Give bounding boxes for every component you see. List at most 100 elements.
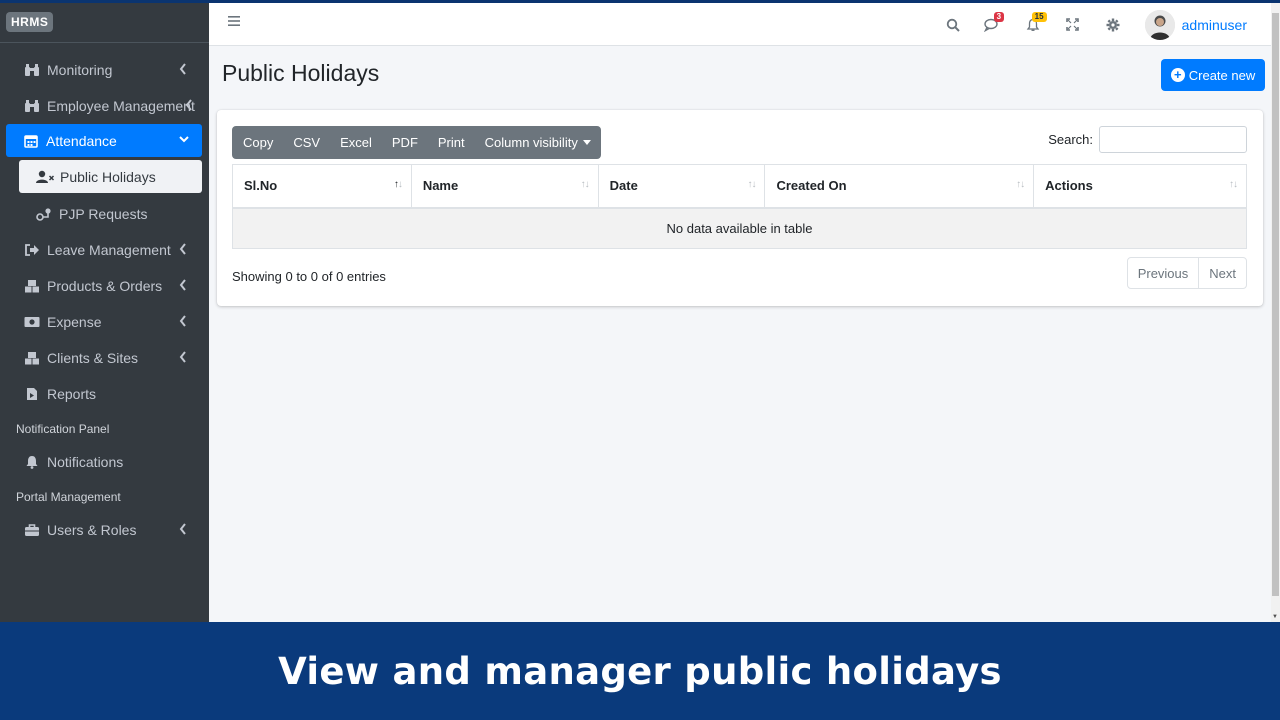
sidebar-header-notification-panel: Notification Panel	[16, 422, 110, 436]
empty-table-message: No data available in table	[232, 207, 1247, 249]
sidebar: HRMS Monitoring Employee Management Atte…	[0, 3, 209, 622]
sort-icon: ↑↓	[747, 179, 756, 190]
sidebar-item-clients-sites[interactable]: Clients & Sites	[0, 340, 209, 376]
sidebar-item-label: Notifications	[47, 454, 124, 470]
column-header-name[interactable]: Name ↑↓	[410, 164, 599, 209]
user-times-icon	[35, 170, 55, 184]
messages-icon[interactable]: 3	[973, 3, 1013, 46]
gear-icon[interactable]	[1093, 3, 1133, 46]
sidebar-item-products-orders[interactable]: Products & Orders	[0, 268, 209, 304]
binoculars-icon	[24, 99, 40, 113]
boxes-icon	[24, 351, 40, 365]
brand-logo[interactable]: HRMS	[6, 12, 54, 32]
sidebar-item-reports[interactable]: Reports	[0, 376, 209, 412]
previous-page-button[interactable]: Previous	[1128, 258, 1199, 288]
chevron-left-icon	[179, 63, 189, 75]
excel-button[interactable]: Excel	[330, 126, 382, 159]
column-visibility-label: Column visibility	[484, 135, 578, 150]
sidebar-item-label: Attendance	[46, 132, 117, 149]
export-button-group: Copy CSV Excel PDF Print Column visibili…	[232, 126, 601, 159]
column-label: Actions	[1045, 178, 1093, 194]
column-header-date[interactable]: Date ↑↓	[597, 164, 766, 209]
sidebar-item-users-roles[interactable]: Users & Roles	[0, 512, 209, 548]
table-info: Showing 0 to 0 of 0 entries	[232, 269, 386, 284]
sidebar-item-notifications[interactable]: Notifications	[0, 444, 209, 480]
column-label: Date	[609, 178, 638, 194]
sidebar-item-monitoring[interactable]: Monitoring	[0, 52, 209, 88]
scroll-down-arrow-icon[interactable]: ▼	[1272, 614, 1278, 620]
chevron-left-icon	[179, 351, 189, 363]
caption-banner: View and manager public holidays	[0, 622, 1280, 720]
sidebar-item-label: Clients & Sites	[47, 350, 139, 366]
csv-button[interactable]: CSV	[283, 126, 330, 159]
messages-badge: 3	[993, 12, 1005, 22]
sidebar-item-leave-management[interactable]: Leave Management	[0, 232, 209, 268]
hamburger-menu-icon[interactable]	[227, 14, 241, 28]
sidebar-item-public-holidays[interactable]: Public Holidays	[19, 160, 202, 193]
search-icon[interactable]	[933, 3, 973, 46]
sort-icon: ↑↓	[1016, 179, 1025, 190]
sort-icon: ↑↓	[580, 179, 590, 190]
sidebar-item-employee-management[interactable]: Employee Management	[0, 88, 209, 124]
navbar-icons: 3 15 adminuser	[933, 3, 1271, 46]
chevron-left-icon	[179, 315, 189, 327]
pagination: Previous Next	[1126, 257, 1247, 289]
sidebar-item-label: Products & Orders	[47, 278, 163, 294]
table-row: No data available in table	[232, 207, 1247, 249]
caret-down-icon	[582, 140, 591, 145]
sidebar-item-expense[interactable]: Expense	[0, 304, 209, 340]
column-label: Name	[422, 178, 459, 194]
column-label: Sl.No	[244, 178, 278, 194]
sidebar-item-label: Public Holidays	[60, 168, 156, 185]
table-header-row: Sl.No ↑↓ Name ↑↓ Date ↑↓ Created On ↑↓ A…	[232, 164, 1247, 209]
column-label: Created On	[776, 178, 847, 194]
table-search: Search:	[1048, 126, 1247, 153]
bell-icon	[24, 455, 40, 469]
user-menu[interactable]: adminuser	[1144, 9, 1247, 40]
briefcase-icon	[24, 523, 40, 537]
sidebar-header-portal-management: Portal Management	[16, 490, 121, 504]
vertical-scrollbar[interactable]: ▼	[1271, 3, 1280, 622]
column-header-actions[interactable]: Actions ↑↓	[1033, 164, 1247, 209]
column-header-sl-no[interactable]: Sl.No ↑↓	[232, 164, 412, 209]
print-button[interactable]: Print	[428, 126, 475, 159]
binoculars-icon	[24, 63, 40, 77]
sidebar-item-label: PJP Requests	[59, 206, 148, 222]
sidebar-item-label: Reports	[47, 386, 97, 402]
expand-icon[interactable]	[1053, 3, 1093, 46]
next-page-button[interactable]: Next	[1198, 258, 1246, 288]
column-header-created-on[interactable]: Created On ↑↓	[764, 164, 1035, 209]
chevron-left-icon	[179, 243, 189, 255]
sort-icon: ↑↓	[1229, 179, 1238, 190]
sidebar-nav: Monitoring Employee Management Attendanc…	[0, 43, 209, 548]
main-content: Public Holidays + Create new Copy CSV Ex…	[209, 46, 1271, 622]
boxes-icon	[24, 279, 40, 293]
create-new-label: Create new	[1188, 67, 1256, 83]
scrollbar-thumb[interactable]	[1272, 13, 1279, 596]
calendar-icon	[23, 134, 39, 148]
column-visibility-button[interactable]: Column visibility	[475, 126, 601, 159]
avatar	[1144, 9, 1175, 40]
route-icon	[36, 207, 52, 221]
username[interactable]: adminuser	[1182, 17, 1247, 33]
sidebar-item-attendance[interactable]: Attendance	[6, 124, 202, 157]
chevron-left-icon	[179, 523, 189, 535]
search-label: Search:	[1048, 132, 1093, 147]
sidebar-item-label: Users & Roles	[47, 522, 137, 538]
brand[interactable]: HRMS	[0, 3, 209, 43]
bell-icon[interactable]: 15	[1013, 3, 1053, 46]
sidebar-item-pjp-requests[interactable]: PJP Requests	[0, 196, 209, 232]
pdf-button[interactable]: PDF	[382, 126, 428, 159]
caption-text: View and manager public holidays	[278, 649, 1002, 693]
sidebar-item-label: Expense	[47, 314, 102, 330]
holidays-card: Copy CSV Excel PDF Print Column visibili…	[217, 110, 1263, 306]
sort-asc-icon: ↑↓	[393, 179, 403, 190]
notifications-badge: 15	[1031, 12, 1047, 22]
create-new-button[interactable]: + Create new	[1161, 59, 1265, 91]
copy-button[interactable]: Copy	[232, 126, 283, 159]
holidays-table: Sl.No ↑↓ Name ↑↓ Date ↑↓ Created On ↑↓ A…	[232, 164, 1247, 249]
chevron-left-icon	[185, 99, 195, 111]
file-icon	[24, 387, 40, 401]
sign-out-icon	[24, 243, 40, 257]
search-input[interactable]	[1099, 126, 1247, 153]
